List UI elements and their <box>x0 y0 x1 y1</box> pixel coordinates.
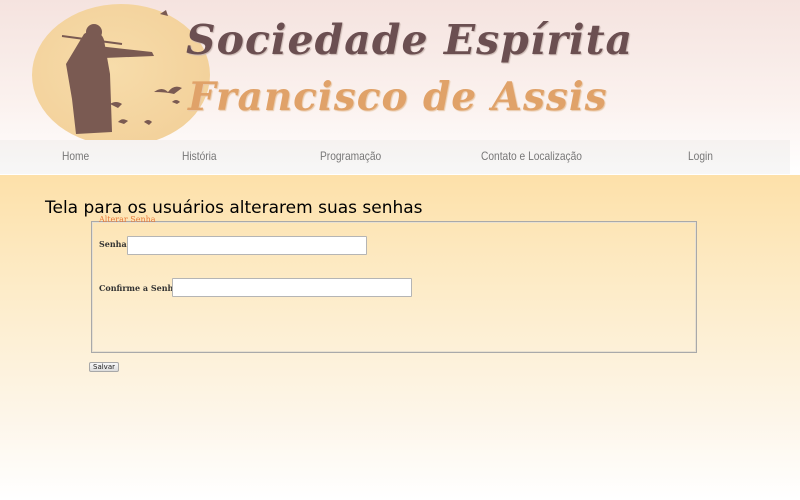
nav-item-historia[interactable]: História <box>182 149 217 163</box>
nav-item-login[interactable]: Login <box>688 149 713 163</box>
fieldset-legend: Alterar Senha <box>99 215 156 224</box>
site-title-line1: Sociedade Espírita <box>186 16 634 64</box>
confirm-password-label: Confirme a Senha: <box>99 283 182 293</box>
site-title-line2: Francisco de Assis <box>188 74 608 120</box>
nav-item-contato[interactable]: Contato e Localização <box>481 149 582 163</box>
password-input[interactable] <box>127 236 367 255</box>
nav-item-home[interactable]: Home <box>62 149 89 163</box>
password-label: Senha: <box>99 239 130 249</box>
saint-francis-logo-icon <box>61 10 182 134</box>
nav-item-programacao[interactable]: Programação <box>320 149 381 163</box>
confirm-password-input[interactable] <box>172 278 412 297</box>
main-nav: Home História Programação Contato e Loca… <box>0 140 790 174</box>
save-button[interactable]: Salvar <box>89 362 119 372</box>
